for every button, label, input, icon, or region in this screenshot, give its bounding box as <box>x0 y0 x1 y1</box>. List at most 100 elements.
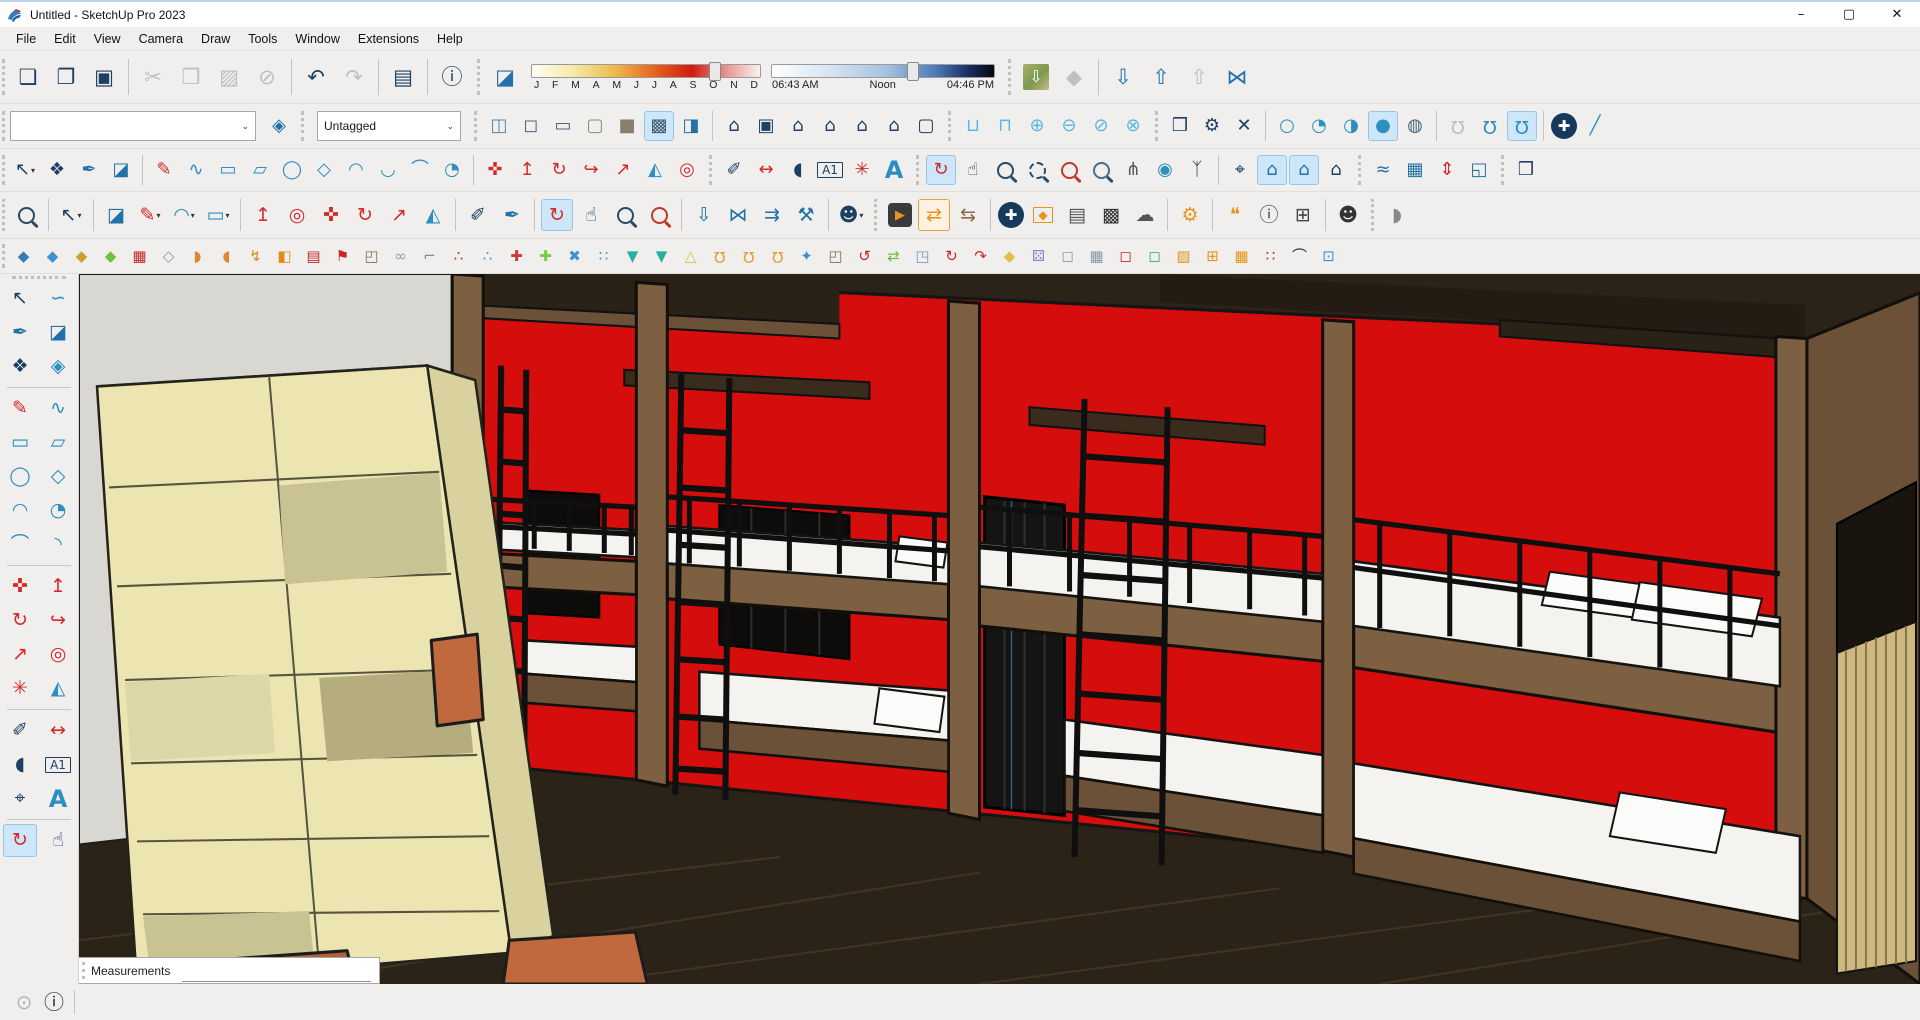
menu-item-file[interactable]: File <box>8 30 44 48</box>
folder-button[interactable]: ❒ <box>1511 155 1541 185</box>
outer-shell-button[interactable]: ⊔ <box>958 111 988 141</box>
freehand-button[interactable]: ∿ <box>41 392 75 425</box>
move-button[interactable]: ✜ <box>315 199 347 231</box>
orbit-button[interactable]: ↻ <box>541 199 573 231</box>
plugin-bucket-button[interactable]: ◰ <box>822 243 849 270</box>
axes-button[interactable]: ✳ <box>3 672 37 705</box>
sandbox-from-scratch-button[interactable]: ▦ <box>1400 155 1430 185</box>
active-tag-dropdown[interactable]: Untagged ⌄ <box>317 111 461 141</box>
plugin-hook-1-button[interactable]: Ω <box>706 243 733 270</box>
plugin-cube-green-button[interactable]: ◻ <box>1141 243 1168 270</box>
add-button[interactable]: ✚ <box>1550 112 1578 140</box>
union-button[interactable]: ⊕ <box>1022 111 1052 141</box>
stamp-button[interactable]: ◱ <box>1464 155 1494 185</box>
add-location-button[interactable]: ⇩ <box>1018 59 1054 95</box>
style-hidden-line-button[interactable]: ▢ <box>580 111 610 141</box>
search-button[interactable] <box>10 199 42 231</box>
plugin-grid-2-button[interactable]: ⊞ <box>1199 243 1226 270</box>
style-shaded-textures-button[interactable]: ▩ <box>644 111 674 141</box>
tag-button[interactable]: ◈ <box>41 350 75 383</box>
make-component-button[interactable]: ❖ <box>42 155 72 185</box>
plugin-cube-2-button[interactable]: ▦ <box>1083 243 1110 270</box>
model-info-button[interactable]: ⓘ <box>434 59 470 95</box>
plugin-box-button[interactable]: ◰ <box>358 243 385 270</box>
viewport-3d-scene[interactable]: Measurements <box>79 274 1920 984</box>
plugin-arc-dots-button[interactable]: ⌒ <box>1286 243 1313 270</box>
follow-me-button[interactable]: ↪ <box>576 155 606 185</box>
push-pull-button[interactable]: ↥ <box>247 199 279 231</box>
add-button[interactable]: ✚ <box>997 201 1025 229</box>
plugin-path-red-button[interactable]: ∴ <box>445 243 472 270</box>
line-button[interactable]: ✎▾ <box>134 199 166 231</box>
close-button[interactable]: ✕ <box>1874 2 1920 27</box>
account-button[interactable]: ☻▾ <box>835 199 867 231</box>
magnet-snap-button[interactable]: Ω <box>1507 111 1537 141</box>
add-tag-button[interactable]: ◈ <box>264 111 294 141</box>
section-plane-button[interactable]: ⌖ <box>3 782 37 815</box>
droplet-half-button[interactable]: ◑ <box>1336 111 1366 141</box>
position-camera-button[interactable]: ⋔ <box>1118 155 1148 185</box>
view-front-button[interactable]: ⌂ <box>783 111 813 141</box>
rotate-button[interactable]: ↻ <box>349 199 381 231</box>
share-model-button[interactable]: ⇧ <box>1143 59 1179 95</box>
move-button[interactable]: ✜ <box>480 155 510 185</box>
menu-item-edit[interactable]: Edit <box>46 30 84 48</box>
pan-button[interactable]: ☝ <box>41 824 75 857</box>
scale-button[interactable]: ↗ <box>383 199 415 231</box>
geolocation-status-button[interactable]: ⊙ <box>10 988 38 1016</box>
section-fill-button[interactable]: ⌂ <box>1321 155 1351 185</box>
dimension-button[interactable]: ↔ <box>751 155 781 185</box>
feedback-button[interactable]: ❝ <box>1219 199 1251 231</box>
subtract-button[interactable]: ⊖ <box>1054 111 1084 141</box>
rotate-button[interactable]: ↻ <box>3 604 37 637</box>
extension-manager-button[interactable]: ⚒ <box>790 199 822 231</box>
dimension-button[interactable]: ↔ <box>41 714 75 747</box>
close-tool-button[interactable]: ✕ <box>1229 111 1259 141</box>
get-models-button[interactable]: ⇩ <box>1105 59 1141 95</box>
plugin-diamond-button[interactable]: ◆ <box>996 243 1023 270</box>
minimize-button[interactable]: – <box>1778 2 1824 27</box>
look-around-button[interactable]: ◉ <box>1150 155 1180 185</box>
zoom-window-button[interactable] <box>1022 155 1052 185</box>
plugin-x-blue-button[interactable]: ✖ <box>561 243 588 270</box>
copy-button[interactable]: ❒ <box>173 59 209 95</box>
eraser-button[interactable]: ◪ <box>106 155 136 185</box>
eraser-button[interactable]: ◪ <box>100 199 132 231</box>
batch-render-button[interactable]: ⇆ <box>952 199 984 231</box>
offset-button[interactable]: ◎ <box>672 155 702 185</box>
section-plane-button[interactable]: ⌖ <box>1225 155 1255 185</box>
rotated-rectangle-button[interactable]: ▱ <box>245 155 275 185</box>
eraser-button[interactable]: ◪ <box>41 316 75 349</box>
orbit-button[interactable]: ↻ <box>926 155 956 185</box>
render-asset-editor-button[interactable]: ▶ <box>884 199 916 231</box>
two-point-arc-button[interactable]: ◡ <box>373 155 403 185</box>
menu-item-window[interactable]: Window <box>287 30 347 48</box>
profile-button[interactable]: ☻ <box>1332 199 1364 231</box>
orbit-button[interactable]: ↻ <box>3 824 37 857</box>
scale-button[interactable]: ↗ <box>608 155 638 185</box>
view-iso-button[interactable]: ⌂ <box>719 111 749 141</box>
plugin-cube-1-button[interactable]: ◻ <box>1054 243 1081 270</box>
plugin-curve-3-button[interactable]: ↯ <box>242 243 269 270</box>
menu-item-help[interactable]: Help <box>429 30 471 48</box>
three-point-arc-button[interactable]: ⌒ <box>405 155 435 185</box>
droplet-empty-button[interactable]: ○ <box>1272 111 1302 141</box>
plugin-xx-button[interactable]: ∷ <box>1257 243 1284 270</box>
menu-item-extensions[interactable]: Extensions <box>350 30 427 48</box>
share-component-button[interactable]: ⇧ <box>1181 59 1217 95</box>
lasso-select-button[interactable]: ∽ <box>41 282 75 315</box>
select-button[interactable]: ↖ <box>3 282 37 315</box>
split-button[interactable]: ⊗ <box>1118 111 1148 141</box>
menu-item-view[interactable]: View <box>86 30 129 48</box>
get-models-button[interactable]: ⇩ <box>688 199 720 231</box>
plugin-recycle-button[interactable]: ⇄ <box>880 243 907 270</box>
rectangle-button[interactable]: ▭ <box>3 426 37 459</box>
menu-item-draw[interactable]: Draw <box>193 30 238 48</box>
save-button[interactable]: ▣ <box>86 59 122 95</box>
arc-button[interactable]: ◠ <box>341 155 371 185</box>
plugin-bracket-button[interactable]: ⌐ <box>416 243 443 270</box>
three-point-arc-button[interactable]: ⌒ <box>3 528 37 561</box>
select-button[interactable]: ↖▾ <box>10 155 40 185</box>
redo-button[interactable]: ↷ <box>336 59 372 95</box>
extension-warehouse-button[interactable]: ⋈ <box>1219 59 1255 95</box>
